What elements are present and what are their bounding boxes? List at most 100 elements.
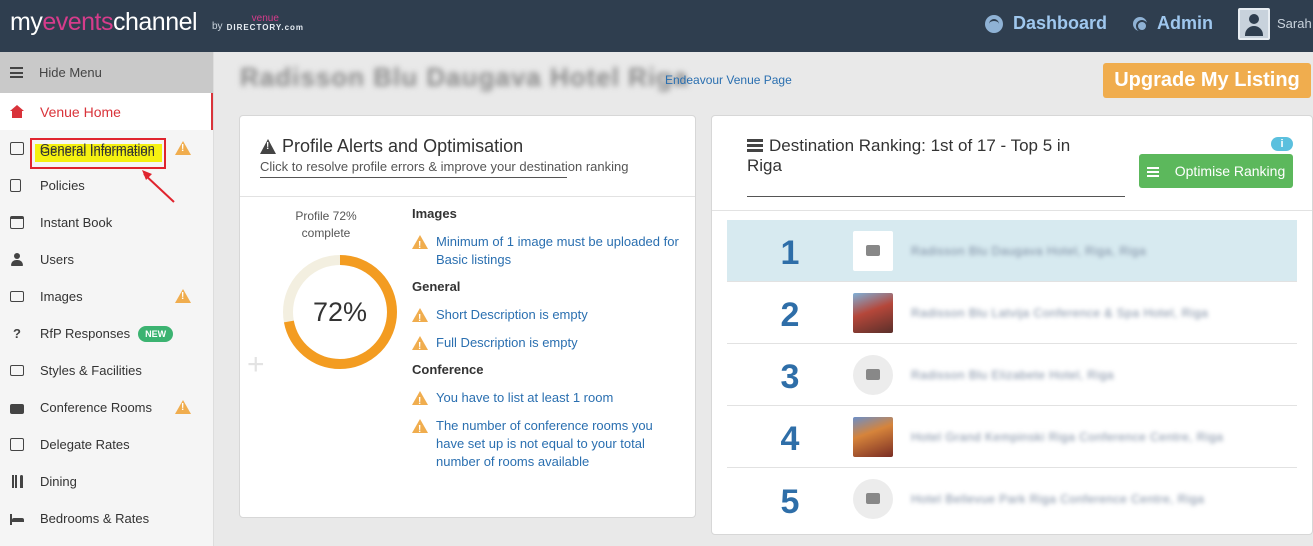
alerts-list: Images Minimum of 1 image must be upload… — [412, 206, 682, 481]
nav-admin[interactable]: Admin — [1133, 13, 1213, 34]
document-icon — [10, 179, 21, 192]
alert-text: Full Description is empty — [436, 335, 578, 350]
hide-menu-label: Hide Menu — [39, 65, 102, 80]
logo-text-part3: channel — [113, 8, 198, 36]
warning-icon — [412, 391, 428, 411]
ranking-title-underline — [747, 196, 1125, 197]
upgrade-listing-button[interactable]: Upgrade My Listing — [1103, 63, 1311, 98]
logo-venue-text: venue — [251, 13, 279, 24]
hamburger-icon — [10, 67, 23, 78]
destination-ranking-panel: Destination Ranking: 1st of 17 - Top 5 i… — [711, 115, 1313, 535]
venue-name: Radisson Blu Latvija Conference & Spa Ho… — [911, 305, 1209, 320]
venue-page-link[interactable]: Endeavour Venue Page — [665, 73, 792, 87]
sidebar-item-label: Delegate Rates — [40, 437, 130, 452]
logo-text-part1: my — [10, 8, 43, 36]
home-icon — [10, 105, 24, 118]
profile-percent: 72% — [312, 296, 368, 327]
info-icon[interactable]: i — [1271, 137, 1293, 151]
alert-icon — [260, 139, 276, 154]
warning-icon — [412, 235, 428, 255]
logo-text-part2: events — [42, 8, 113, 36]
alert-group-general: General Short Description is empty Full … — [412, 279, 682, 356]
sidebar-item-images[interactable]: Images — [0, 278, 213, 315]
logo-directory-text: DIRECTORY.com — [226, 23, 305, 32]
monitor-icon — [10, 365, 24, 376]
sidebar-item-label: Instant Book — [40, 215, 113, 230]
cutlery-icon — [10, 475, 24, 488]
sidebar-item-dining[interactable]: Dining — [0, 463, 213, 500]
optimise-ranking-label: Optimise Ranking — [1174, 163, 1286, 179]
sidebar-item-venue-home[interactable]: Venue Home — [0, 93, 213, 130]
sidebar-item-rfp-responses[interactable]: ? RfP Responses NEW — [0, 315, 213, 352]
avatar[interactable] — [1238, 8, 1270, 40]
bed-icon — [10, 512, 24, 525]
profile-alerts-panel: Profile Alerts and Optimisation Click to… — [239, 115, 696, 518]
venue-directory-mark: venue DIRECTORY.com — [226, 13, 305, 33]
sidebar-item-delegate-rates[interactable]: Delegate Rates — [0, 426, 213, 463]
camera-icon — [853, 230, 893, 271]
sidebar-item-label: Images — [40, 289, 83, 304]
edit-icon — [10, 142, 24, 155]
nav-admin-label: Admin — [1157, 13, 1213, 33]
nav-dashboard[interactable]: Dashboard — [985, 13, 1107, 34]
ranking-row[interactable]: 2 Radisson Blu Latvija Conference & Spa … — [727, 282, 1297, 344]
warning-icon — [175, 400, 191, 414]
warning-icon — [412, 336, 428, 356]
optimise-ranking-button[interactable]: Optimise Ranking — [1139, 154, 1293, 188]
rank-number: 4 — [780, 420, 800, 458]
username[interactable]: Sarah — [1277, 16, 1312, 31]
subtitle-underline — [260, 177, 567, 178]
alert-group-heading: General — [412, 279, 461, 294]
venue-thumbnail — [853, 292, 893, 333]
venue-name: Radisson Blu Elizabete Hotel, Riga — [911, 367, 1115, 382]
profile-title-text: Profile Alerts and Optimisation — [282, 136, 524, 156]
ranking-title-text: Destination Ranking: 1st of 17 - Top 5 i… — [747, 136, 1071, 175]
venue-thumbnail — [853, 416, 893, 457]
sidebar-item-styles-facilities[interactable]: Styles & Facilities — [0, 352, 213, 389]
profile-complete-label: Profile 72% complete — [295, 209, 357, 240]
alert-item[interactable]: The number of conference rooms you have … — [412, 417, 682, 471]
nav-dashboard-label: Dashboard — [1013, 13, 1108, 33]
profile-panel-title: Profile Alerts and Optimisation — [260, 136, 523, 157]
calendar-icon — [10, 216, 24, 229]
sidebar-item-instant-book[interactable]: Instant Book — [0, 204, 213, 241]
alert-item[interactable]: Short Description is empty — [412, 306, 682, 328]
alert-item[interactable]: You have to list at least 1 room — [412, 389, 682, 411]
sidebar-item-label: Dining — [40, 474, 77, 489]
venue-name: Hotel Bellevue Park Riga Conference Cent… — [911, 492, 1205, 506]
warning-icon — [175, 141, 191, 155]
admin-icon — [1133, 16, 1148, 32]
rank-number: 1 — [780, 234, 800, 272]
alert-text: Short Description is empty — [436, 307, 588, 322]
sidebar-item-label: Policies — [40, 178, 85, 193]
alert-item[interactable]: Full Description is empty — [412, 334, 682, 356]
sidebar-item-conference-rooms[interactable]: Conference Rooms — [0, 389, 213, 426]
sidebar-item-users[interactable]: Users — [0, 241, 213, 278]
warning-icon — [175, 289, 191, 303]
venue-name: Hotel Grand Kempinski Riga Conference Ce… — [911, 429, 1224, 444]
panel-divider — [240, 196, 695, 197]
hide-menu-button[interactable]: Hide Menu — [0, 52, 213, 93]
calculator-icon — [10, 438, 24, 451]
warning-icon — [412, 308, 428, 328]
sidebar-item-label: Users — [40, 252, 74, 267]
camera-icon — [853, 479, 893, 519]
list-icon — [747, 139, 763, 152]
alert-group-images: Images Minimum of 1 image must be upload… — [412, 206, 682, 269]
warning-icon — [412, 419, 428, 439]
ranking-row[interactable]: 3 Radisson Blu Elizabete Hotel, Riga — [727, 344, 1297, 406]
sidebar-item-bedrooms-rates[interactable]: Bedrooms & Rates — [0, 500, 213, 537]
sidebar-item-label: Venue Home — [40, 103, 121, 120]
general-information-label-overlay[interactable]: General Information — [40, 144, 155, 159]
list-icon — [1146, 165, 1163, 178]
alert-item[interactable]: Minimum of 1 image must be uploaded for … — [412, 233, 682, 269]
ranking-row[interactable]: 4 Hotel Grand Kempinski Riga Conference … — [727, 406, 1297, 468]
brand-logo[interactable]: myeventschannel — [10, 8, 198, 37]
ranking-row[interactable]: 1 Radisson Blu Daugava Hotel, Riga, Riga — [727, 220, 1297, 282]
alert-group-heading: Conference — [412, 362, 484, 377]
user-icon — [10, 253, 24, 266]
sidebar: Hide Menu Venue Home General Information… — [0, 52, 214, 546]
ranking-row[interactable]: 5 Hotel Bellevue Park Riga Conference Ce… — [727, 468, 1297, 530]
rank-number: 2 — [780, 296, 800, 334]
new-badge: NEW — [138, 325, 174, 342]
